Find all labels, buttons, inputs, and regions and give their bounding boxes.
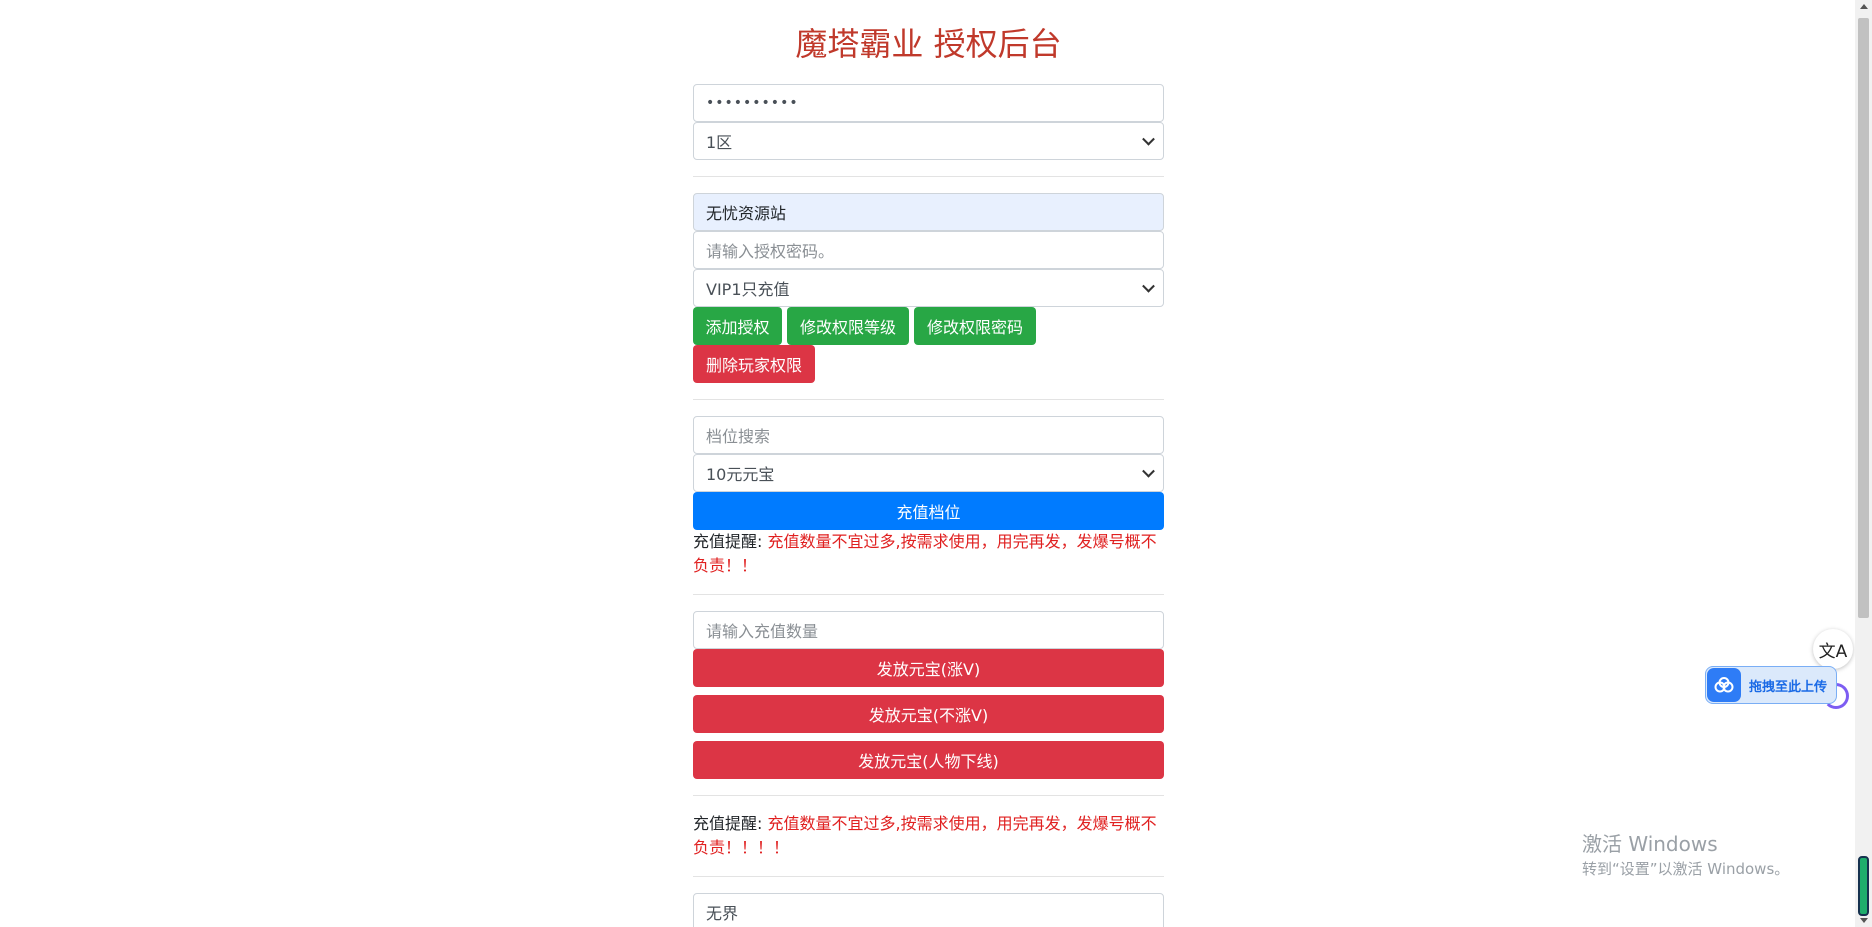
issue-ingot-vip-button[interactable]: 发放元宝(涨V) <box>693 649 1164 687</box>
add-auth-button[interactable]: 添加授权 <box>693 307 782 345</box>
recharge-reminder: 充值提醒: 充值数量不宜过多,按需求使用，用完再发，发爆号概不负责！！ <box>693 530 1164 578</box>
chevron-down-icon <box>1142 279 1155 293</box>
site-name-field[interactable]: 无忧资源站 <box>693 193 1164 231</box>
auth-password-input[interactable]: 请输入授权密码。 <box>693 231 1164 269</box>
issue-ingot-offline-button[interactable]: 发放元宝(人物下线) <box>693 741 1164 779</box>
modify-level-button[interactable]: 修改权限等级 <box>787 307 909 345</box>
watermark-line2: 转到“设置”以激活 Windows。 <box>1582 860 1790 878</box>
amount-placeholder: 请输入充值数量 <box>706 622 819 641</box>
activation-watermark: 激活 Windows 转到“设置”以激活 Windows。 <box>1582 830 1789 880</box>
divider <box>693 876 1164 877</box>
scroll-down-icon[interactable] <box>1860 918 1868 923</box>
watermark-line1: 激活 Windows <box>1582 832 1718 856</box>
upload-label: 拖拽至此上传 <box>1749 679 1828 695</box>
server-select-value: 1区 <box>706 133 733 152</box>
level-select-value: VIP1只充值 <box>706 280 790 299</box>
reminder-label: 充值提醒: <box>693 814 763 833</box>
divider <box>693 399 1164 400</box>
cloud-icon <box>1707 668 1741 702</box>
upload-dropzone[interactable]: 拖拽至此上传 <box>1705 666 1837 704</box>
server-select[interactable]: 1区 <box>693 122 1164 160</box>
reminder-text: 充值数量不宜过多,按需求使用，用完再发，发爆号概不负责！！ <box>693 532 1157 575</box>
password-value: •••••••••• <box>706 95 799 111</box>
recharge-tier-button[interactable]: 充值档位 <box>693 492 1164 530</box>
level-select[interactable]: VIP1只充值 <box>693 269 1164 307</box>
bottom-field-value: 无界 <box>706 904 739 923</box>
scroll-thumb[interactable] <box>1858 18 1869 618</box>
divider <box>693 176 1164 177</box>
chevron-down-icon <box>1142 464 1155 478</box>
scroll-up-icon[interactable] <box>1860 4 1868 9</box>
password-input[interactable]: •••••••••• <box>693 84 1164 122</box>
divider <box>693 594 1164 595</box>
bottom-field[interactable]: 无界 <box>693 893 1164 927</box>
chevron-down-icon <box>1142 132 1155 146</box>
tier-select[interactable]: 10元元宝 <box>693 454 1164 492</box>
reminder-text: 充值数量不宜过多,按需求使用，用完再发，发爆号概不负责！！！！ <box>693 814 1157 857</box>
scroll-indicator <box>1858 856 1869 916</box>
translate-button[interactable]: 文A <box>1813 629 1853 669</box>
auth-password-placeholder: 请输入授权密码。 <box>706 242 835 261</box>
issue-ingot-no-vip-button[interactable]: 发放元宝(不涨V) <box>693 695 1164 733</box>
tier-select-value: 10元元宝 <box>706 465 775 484</box>
modify-password-button[interactable]: 修改权限密码 <box>914 307 1036 345</box>
vertical-scrollbar[interactable] <box>1855 0 1872 927</box>
page-title: 魔塔霸业 授权后台 <box>795 25 1062 63</box>
divider <box>693 795 1164 796</box>
ingot-reminder: 充值提醒: 充值数量不宜过多,按需求使用，用完再发，发爆号概不负责！！！！ <box>693 812 1164 860</box>
reminder-label: 充值提醒: <box>693 532 763 551</box>
amount-input[interactable]: 请输入充值数量 <box>693 611 1164 649</box>
tier-search-input[interactable]: 档位搜索 <box>693 416 1164 454</box>
site-name-value: 无忧资源站 <box>706 204 787 223</box>
tier-search-placeholder: 档位搜索 <box>706 427 771 446</box>
translate-icon: 文A <box>1818 641 1848 662</box>
delete-permission-button[interactable]: 删除玩家权限 <box>693 345 815 383</box>
